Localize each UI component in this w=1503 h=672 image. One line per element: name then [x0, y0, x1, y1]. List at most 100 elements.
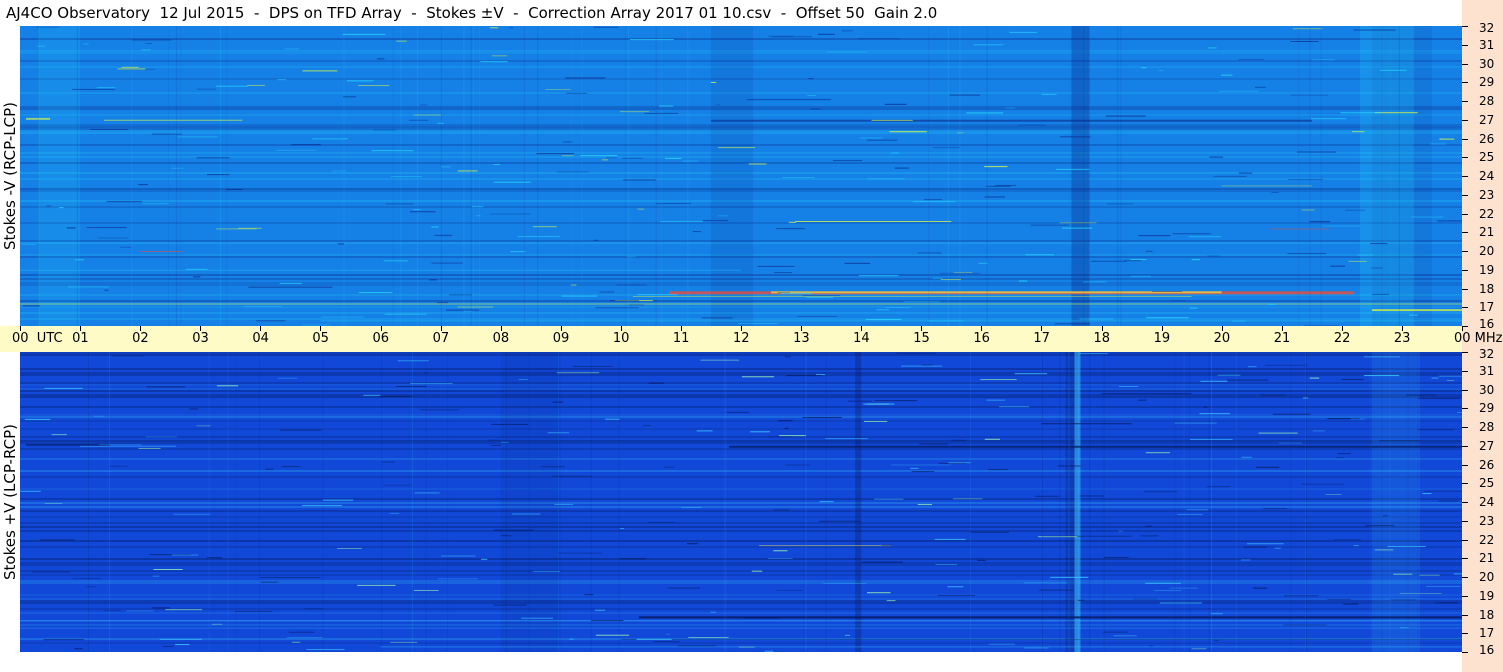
- noise-speck: [984, 438, 1000, 440]
- noise-speck: [410, 383, 453, 385]
- noise-speck: [554, 503, 574, 505]
- vertical-artifact: [959, 26, 961, 326]
- noise-speck: [827, 51, 868, 53]
- noise-speck: [969, 531, 1010, 533]
- noise-speck: [1145, 250, 1153, 252]
- spectrogram-dark-region: [500, 352, 561, 652]
- noise-speck: [1039, 589, 1074, 591]
- noise-speck: [867, 178, 905, 180]
- noise-speck: [664, 157, 682, 159]
- noise-speck: [584, 594, 594, 596]
- noise-speck: [718, 147, 756, 149]
- noise-speck: [1105, 115, 1146, 117]
- noise-speck: [1041, 93, 1057, 95]
- noise-speck: [620, 528, 625, 530]
- vertical-artifact: [440, 26, 442, 326]
- noise-speck: [919, 443, 949, 445]
- noise-speck: [138, 184, 149, 186]
- noise-speck: [508, 27, 514, 29]
- vertical-artifact: [1174, 352, 1176, 652]
- noise-speck: [533, 570, 561, 572]
- noise-speck: [710, 81, 717, 83]
- vertical-artifact: [1120, 26, 1122, 326]
- frequency-tick-mark: [1462, 464, 1468, 466]
- noise-speck: [1170, 300, 1186, 302]
- noise-speck: [797, 315, 837, 317]
- noise-speck: [1430, 143, 1446, 145]
- noise-speck: [145, 43, 153, 45]
- vertical-artifact: [1083, 26, 1085, 326]
- noise-speck: [1456, 411, 1462, 413]
- noise-speck: [1419, 574, 1440, 576]
- noise-speck: [1009, 31, 1038, 33]
- noise-speck: [235, 610, 273, 612]
- vertical-artifact: [479, 26, 481, 326]
- noise-speck: [563, 141, 572, 143]
- noise-speck: [536, 153, 574, 155]
- vertical-artifact: [618, 352, 620, 652]
- noise-speck: [22, 305, 41, 307]
- vertical-artifact: [76, 26, 78, 326]
- noise-speck: [1426, 585, 1461, 587]
- noise-speck: [1255, 466, 1280, 468]
- noise-speck: [142, 203, 170, 205]
- noise-speck: [808, 78, 814, 80]
- noise-speck: [74, 648, 83, 650]
- noise-speck: [648, 521, 675, 523]
- noise-speck: [884, 306, 911, 308]
- noise-speck: [145, 436, 177, 438]
- vertical-artifact: [463, 26, 465, 326]
- noise-speck: [911, 471, 935, 473]
- bottom-margin: [0, 652, 1462, 672]
- vertical-artifact: [1304, 352, 1306, 652]
- frequency-tick-mark: [1462, 307, 1468, 309]
- noise-speck: [984, 166, 1008, 168]
- top-panel-y-label: Stokes -V (RCP-LCP): [0, 26, 20, 326]
- noise-speck: [984, 196, 1005, 198]
- noise-speck: [757, 265, 795, 267]
- noise-speck: [1296, 151, 1336, 153]
- noise-speck: [876, 309, 890, 311]
- noise-speck: [995, 184, 1016, 186]
- noise-speck: [72, 88, 115, 90]
- frequency-tick-label: 29: [1479, 401, 1495, 416]
- interference-streak: [632, 296, 1192, 297]
- noise-speck: [43, 639, 84, 641]
- noise-speck: [244, 306, 283, 308]
- noise-speck: [788, 221, 796, 223]
- time-tick-label: 06: [372, 331, 390, 346]
- frequency-tick-mark: [1462, 157, 1468, 159]
- noise-speck: [952, 498, 983, 500]
- noise-speck: [1118, 530, 1124, 532]
- time-tick-label: 14: [853, 331, 870, 346]
- vertical-artifact: [208, 352, 210, 652]
- noise-speck: [36, 26, 60, 28]
- noise-speck: [103, 610, 121, 612]
- noise-speck: [1345, 209, 1366, 211]
- vertical-artifact: [1041, 352, 1043, 652]
- noise-speck: [917, 504, 933, 506]
- noise-speck: [413, 209, 421, 211]
- vertical-artifact: [392, 26, 394, 326]
- frequency-tick-mark: [1462, 389, 1468, 391]
- noise-speck: [620, 558, 647, 560]
- noise-speck: [90, 128, 129, 130]
- noise-speck: [1241, 559, 1251, 561]
- vertical-artifact: [986, 26, 988, 326]
- spectrogram-glow-region: [1371, 352, 1420, 652]
- noise-speck: [437, 122, 444, 124]
- noise-speck: [1382, 515, 1388, 517]
- time-tick-label: 02: [132, 331, 149, 346]
- time-tick-label: 22: [1333, 331, 1351, 346]
- noise-speck: [1309, 221, 1331, 223]
- bottom-spectrogram: [20, 352, 1462, 652]
- noise-speck: [363, 394, 381, 396]
- noise-speck: [1158, 69, 1164, 71]
- noise-speck: [545, 88, 571, 90]
- noise-speck: [619, 111, 649, 113]
- frequency-tick-mark: [1462, 558, 1468, 560]
- interference-streak: [80, 445, 177, 447]
- noise-speck: [358, 292, 393, 294]
- noise-speck: [953, 272, 973, 274]
- frequency-tick-label: 30: [1479, 56, 1495, 71]
